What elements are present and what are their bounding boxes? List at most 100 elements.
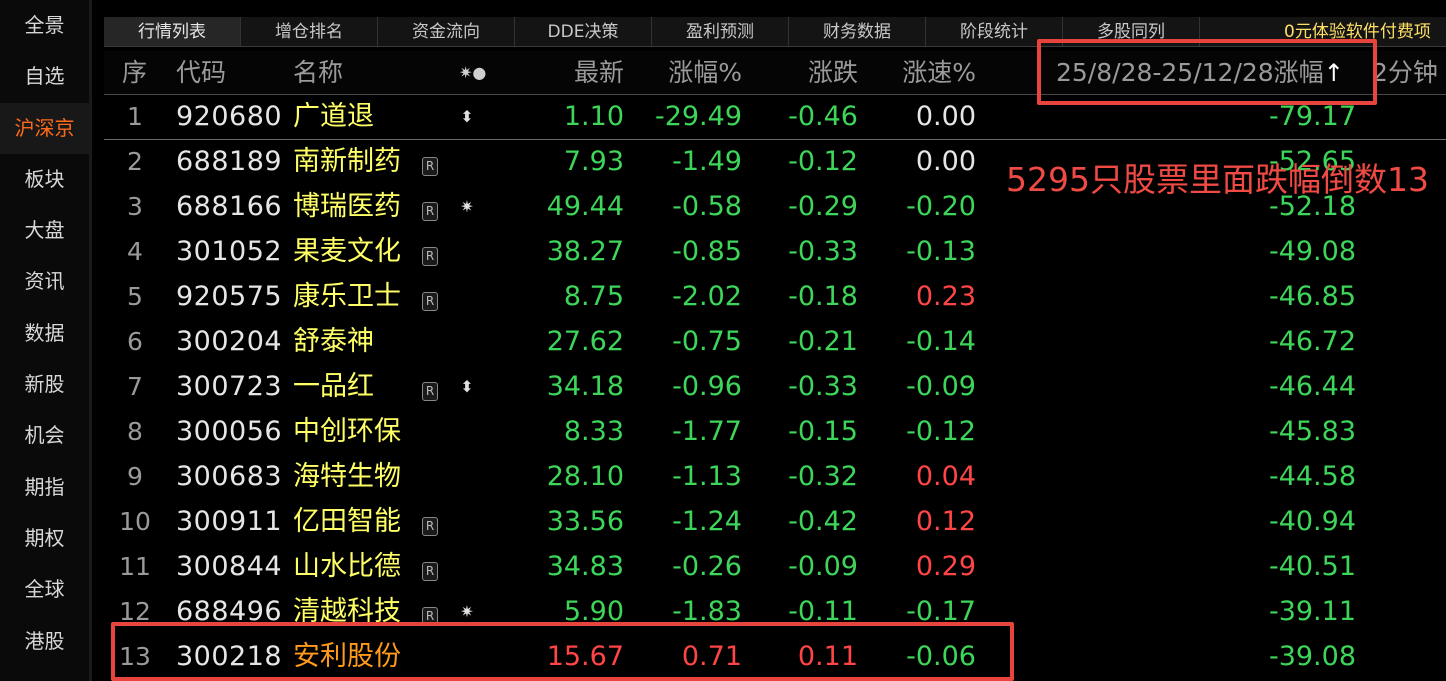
last-price: 8.33	[563, 416, 624, 447]
range-change: -49.08	[1268, 236, 1356, 267]
stock-name: 康乐卫士	[293, 281, 401, 312]
change-percent: -0.58	[672, 191, 742, 222]
row-index: 6	[127, 327, 143, 356]
row-index: 4	[127, 237, 143, 266]
financing-badge-icon: R	[422, 139, 444, 184]
change-speed: 0.12	[915, 506, 976, 537]
stock-name: 山水比德	[293, 551, 401, 582]
table-row[interactable]: 4 301052 果麦文化 R 38.27 -0.85 -0.33 -0.13 -49.08	[104, 229, 1446, 274]
row-index: 1	[127, 102, 143, 131]
tab-1[interactable]: 增仓排名	[241, 17, 378, 46]
financing-badge-icon: R	[422, 229, 444, 274]
header-flags[interactable]: ✷●	[459, 51, 486, 94]
change-amount: -0.12	[788, 146, 858, 177]
table-row[interactable]: 10 300911 亿田智能 R 33.56 -1.24 -0.42 0.12 -40.94	[104, 499, 1446, 544]
tab-5[interactable]: 财务数据	[789, 17, 926, 46]
stock-code: 300683	[176, 461, 283, 492]
range-change: -46.44	[1268, 371, 1356, 402]
sidebar-item-0[interactable]: 全景	[0, 0, 89, 51]
table-row[interactable]: 11 300844 山水比德 R 34.83 -0.26 -0.09 0.29 -40.51	[104, 544, 1446, 589]
change-amount: -0.09	[788, 551, 858, 582]
table-row[interactable]: 7 300723 一品红 R ⬍ 34.18 -0.96 -0.33 -0.09 -46.44	[104, 364, 1446, 409]
sidebar-item-3[interactable]: 板块	[0, 154, 89, 205]
last-price: 38.27	[546, 236, 624, 267]
sidebar-item-5[interactable]: 资讯	[0, 256, 89, 307]
sidebar-item-2[interactable]: 沪深京	[0, 102, 89, 154]
sidebar: 全景 自选 沪深京 板块 大盘 资讯 数据 新股 机会 期指 期权 全球 港股	[0, 0, 90, 681]
sidebar-item-10[interactable]: 期权	[0, 513, 89, 564]
sidebar-item-9[interactable]: 期指	[0, 462, 89, 513]
range-change: -45.83	[1268, 416, 1356, 447]
sidebar-item-7[interactable]: 新股	[0, 359, 89, 410]
header-last[interactable]: 最新	[514, 51, 624, 94]
change-speed: -0.09	[906, 371, 976, 402]
sidebar-divider	[89, 0, 92, 681]
stock-code: 300844	[176, 551, 283, 582]
table-row[interactable]: 8 300056 中创环保 8.33 -1.77 -0.15 -0.12 -45.83	[104, 409, 1446, 454]
sidebar-item-4[interactable]: 大盘	[0, 205, 89, 256]
header-2min[interactable]: 2分钟	[1372, 51, 1438, 94]
tab-0[interactable]: 行情列表	[104, 17, 241, 46]
change-amount: -0.21	[788, 326, 858, 357]
range-change: -46.85	[1268, 281, 1356, 312]
annotation-text: 5295只股票里面跌幅倒数13	[1006, 160, 1429, 199]
change-percent: -0.26	[672, 551, 742, 582]
last-price: 8.75	[563, 281, 624, 312]
sidebar-item-8[interactable]: 机会	[0, 410, 89, 461]
financing-badge-icon: R	[422, 274, 444, 319]
change-amount: -0.42	[788, 506, 858, 537]
change-amount: -0.32	[788, 461, 858, 492]
sidebar-item-1[interactable]: 自选	[0, 51, 89, 102]
header-code[interactable]: 代码	[176, 51, 226, 94]
table-row[interactable]: 6 300204 舒泰神 27.62 -0.75 -0.21 -0.14 -46.72	[104, 319, 1446, 364]
change-percent: -1.49	[672, 146, 742, 177]
last-price: 7.93	[563, 146, 624, 177]
change-speed: 0.00	[915, 101, 976, 132]
change-speed: -0.20	[906, 191, 976, 222]
range-change: -46.72	[1268, 326, 1356, 357]
range-change: -40.94	[1268, 506, 1356, 537]
table-row[interactable]: 9 300683 海特生物 28.10 -1.13 -0.32 0.04 -44.58	[104, 454, 1446, 499]
star-mark-icon: ✷	[460, 197, 474, 216]
last-price: 49.44	[546, 191, 624, 222]
updown-mark-icon: ⬍	[460, 377, 474, 396]
range-change: -39.08	[1268, 641, 1356, 672]
annotation-box-header	[1037, 39, 1377, 105]
stock-name: 中创环保	[293, 416, 401, 447]
last-price: 27.62	[546, 326, 624, 357]
change-amount: -0.15	[788, 416, 858, 447]
header-index[interactable]: 序	[122, 51, 147, 94]
sidebar-item-11[interactable]: 全球	[0, 564, 89, 615]
header-pct[interactable]: 涨幅%	[634, 51, 742, 94]
sidebar-item-6[interactable]: 数据	[0, 308, 89, 359]
header-chg[interactable]: 涨跌	[754, 51, 858, 94]
last-price: 28.10	[546, 461, 624, 492]
header-speed[interactable]: 涨速%	[874, 51, 976, 94]
tab-4[interactable]: 盈利预测	[652, 17, 789, 46]
change-percent: -0.75	[672, 326, 742, 357]
stock-code: 300056	[176, 416, 283, 447]
change-speed: 0.29	[915, 551, 976, 582]
stock-code: 688189	[176, 146, 283, 177]
change-percent: -0.85	[672, 236, 742, 267]
row-index: 5	[127, 282, 143, 311]
change-percent: -2.02	[672, 281, 742, 312]
tab-2[interactable]: 资金流向	[378, 17, 515, 46]
stock-name: 南新制药	[293, 146, 401, 177]
stock-name: 海特生物	[293, 461, 401, 492]
sidebar-item-12[interactable]: 港股	[0, 616, 89, 667]
stock-code: 920680	[176, 101, 283, 132]
row-index: 9	[127, 462, 143, 491]
stock-name: 果麦文化	[293, 236, 401, 267]
table-row[interactable]: 5 920575 康乐卫士 R 8.75 -2.02 -0.18 0.23 -46.85	[104, 274, 1446, 319]
change-percent: -1.13	[672, 461, 742, 492]
stock-code: 300204	[176, 326, 283, 357]
range-change: -40.51	[1268, 551, 1356, 582]
header-name[interactable]: 名称	[293, 51, 343, 94]
last-price: 34.83	[546, 551, 624, 582]
change-amount: -0.46	[788, 101, 858, 132]
stock-name: 一品红	[293, 371, 374, 402]
row-index: 3	[127, 192, 143, 221]
stock-code: 301052	[176, 236, 283, 267]
tab-3[interactable]: DDE决策	[515, 17, 652, 46]
